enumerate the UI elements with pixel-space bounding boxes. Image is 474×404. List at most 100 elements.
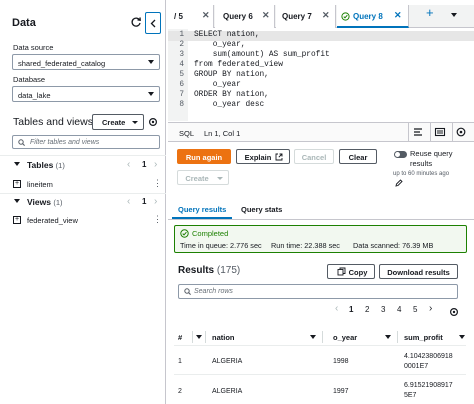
caret-down-icon: [148, 60, 154, 64]
table-name: lineitem: [27, 180, 53, 189]
data-source-value: shared_federated_catalog: [18, 58, 106, 68]
tab-label: Query 7: [282, 12, 312, 21]
search-rows-placeholder: Search rows: [194, 288, 233, 295]
chevron-right-icon[interactable]: ›: [154, 159, 157, 170]
tab-query-6[interactable]: Query 6 ✕: [215, 5, 275, 28]
cell-sum-profit-line-2: 0001E7: [404, 363, 429, 370]
views-section-label: Views (1): [27, 197, 63, 207]
tab-query-stats[interactable]: Query stats: [241, 205, 282, 214]
editor-status-bar: SQL Ln 1, Col 1: [168, 122, 474, 142]
copy-label: Copy: [348, 268, 368, 277]
check-circle-icon: [180, 229, 189, 238]
caret-down-icon[interactable]: [451, 13, 457, 17]
cancel-button[interactable]: Cancel: [294, 149, 334, 164]
tables-and-views-title: Tables and views: [13, 116, 93, 128]
download-results-button[interactable]: Download results: [379, 264, 458, 279]
page-1[interactable]: 1: [349, 305, 353, 314]
table-item-lineitem[interactable]: + lineitem ⋮: [0, 177, 166, 193]
tab-query-5[interactable]: / 5 ✕: [168, 5, 214, 28]
caret-down-icon: [132, 121, 138, 124]
explain-button[interactable]: Explain: [236, 149, 290, 164]
refresh-icon[interactable]: [130, 16, 142, 28]
data-source-select[interactable]: shared_federated_catalog: [12, 54, 160, 70]
code-line: 5 GROUP BY nation,: [179, 71, 269, 79]
create-button[interactable]: Create: [177, 170, 229, 185]
download-results-label: Download results: [387, 268, 450, 277]
expand-icon[interactable]: +: [13, 216, 21, 224]
sort-caret-icon[interactable]: [459, 335, 465, 339]
check-circle-icon: [341, 12, 350, 21]
reuse-results-label: Reuse query results: [410, 149, 453, 168]
sort-caret-icon[interactable]: [196, 335, 202, 339]
page-5[interactable]: 5: [413, 305, 417, 314]
sort-caret-icon[interactable]: [385, 335, 391, 339]
gear-icon[interactable]: [148, 117, 158, 127]
page-4[interactable]: 4: [397, 305, 401, 314]
shortcuts-icon[interactable]: [434, 126, 446, 138]
tables-page-number[interactable]: 1: [142, 160, 146, 169]
add-tab-icon[interactable]: +: [426, 6, 434, 19]
close-icon[interactable]: ✕: [202, 10, 210, 21]
chevron-right-icon[interactable]: ›: [429, 303, 432, 314]
edit-icon[interactable]: [395, 179, 403, 187]
column-header-o-year[interactable]: o_year: [333, 333, 357, 342]
divider: [452, 123, 453, 142]
sql-editor[interactable]: 1 SELECT nation, 2 o_year, 3 sum(amount) …: [168, 29, 474, 121]
run-time: Run time: 22.388 sec: [271, 241, 340, 250]
completion-status-banner: Completed Time in queue: 2.776 sec Run t…: [174, 225, 467, 253]
divider: [174, 345, 466, 346]
tables-section-header[interactable]: Tables (1) ‹ 1 ›: [0, 155, 166, 175]
completion-status: Completed: [192, 229, 229, 238]
cell-sum-profit-line-1: 4.10423806918: [404, 353, 453, 360]
tab-query-7[interactable]: Query 7 ✕: [276, 5, 336, 28]
copy-button[interactable]: Copy: [327, 264, 375, 279]
tab-query-results[interactable]: Query results: [178, 205, 226, 214]
views-section-header[interactable]: Views (1) ‹ 1 ›: [0, 192, 166, 212]
gear-icon[interactable]: [455, 126, 467, 138]
time-in-queue: Time in queue: 2.776 sec: [180, 241, 262, 250]
data-source-label: Data source: [13, 43, 54, 52]
page-3[interactable]: 3: [381, 305, 385, 314]
format-icon[interactable]: [412, 126, 424, 138]
more-actions-icon[interactable]: ⋮: [153, 214, 162, 225]
more-actions-icon[interactable]: ⋮: [153, 178, 162, 189]
expand-icon[interactable]: +: [13, 180, 21, 188]
column-header-sum-profit[interactable]: sum_profit: [404, 333, 443, 342]
gear-icon[interactable]: [449, 307, 459, 317]
run-again-button[interactable]: Run again: [177, 149, 231, 164]
close-icon[interactable]: ✕: [394, 10, 402, 21]
language-indicator: SQL: [179, 129, 195, 138]
view-item-federated-view[interactable]: + federated_view ⋮: [0, 213, 166, 229]
search-rows-input[interactable]: Search rows: [178, 284, 458, 299]
chevron-left-icon[interactable]: ‹: [335, 303, 338, 314]
data-panel-title: Data: [12, 17, 36, 29]
code-line: 2 o_year,: [179, 41, 246, 49]
divider: [174, 374, 466, 375]
column-header-nation[interactable]: nation: [212, 333, 235, 342]
tab-query-8[interactable]: Query 8 ✕: [337, 5, 409, 28]
chevron-left-icon[interactable]: ‹: [127, 159, 130, 170]
close-icon[interactable]: ✕: [322, 10, 330, 21]
data-scanned: Data scanned: 76.39 MB: [353, 241, 434, 250]
collapse-panel-button[interactable]: [145, 12, 161, 34]
tab-label: / 5: [174, 12, 183, 21]
database-select[interactable]: data_lake: [12, 86, 160, 102]
caret-down-icon: [14, 199, 20, 203]
filter-tables-input[interactable]: Filter tables and views: [12, 135, 160, 149]
code-line: 4 from federated_view: [179, 61, 283, 69]
caret-down-icon: [148, 92, 154, 96]
cell-o-year: 1997: [333, 388, 349, 395]
sort-caret-icon[interactable]: [310, 335, 316, 339]
page-2[interactable]: 2: [365, 305, 369, 314]
clear-button[interactable]: Clear: [339, 149, 377, 164]
chevron-left-icon[interactable]: ‹: [127, 196, 130, 207]
chevron-right-icon[interactable]: ›: [154, 196, 157, 207]
divider: [430, 123, 431, 142]
column-header-number[interactable]: #: [178, 333, 182, 342]
database-label: Database: [13, 75, 46, 84]
close-icon[interactable]: ✕: [262, 10, 270, 21]
search-icon: [184, 288, 191, 295]
reuse-results-toggle[interactable]: [394, 151, 407, 158]
views-page-number[interactable]: 1: [142, 197, 146, 206]
create-table-button[interactable]: Create: [92, 114, 144, 130]
